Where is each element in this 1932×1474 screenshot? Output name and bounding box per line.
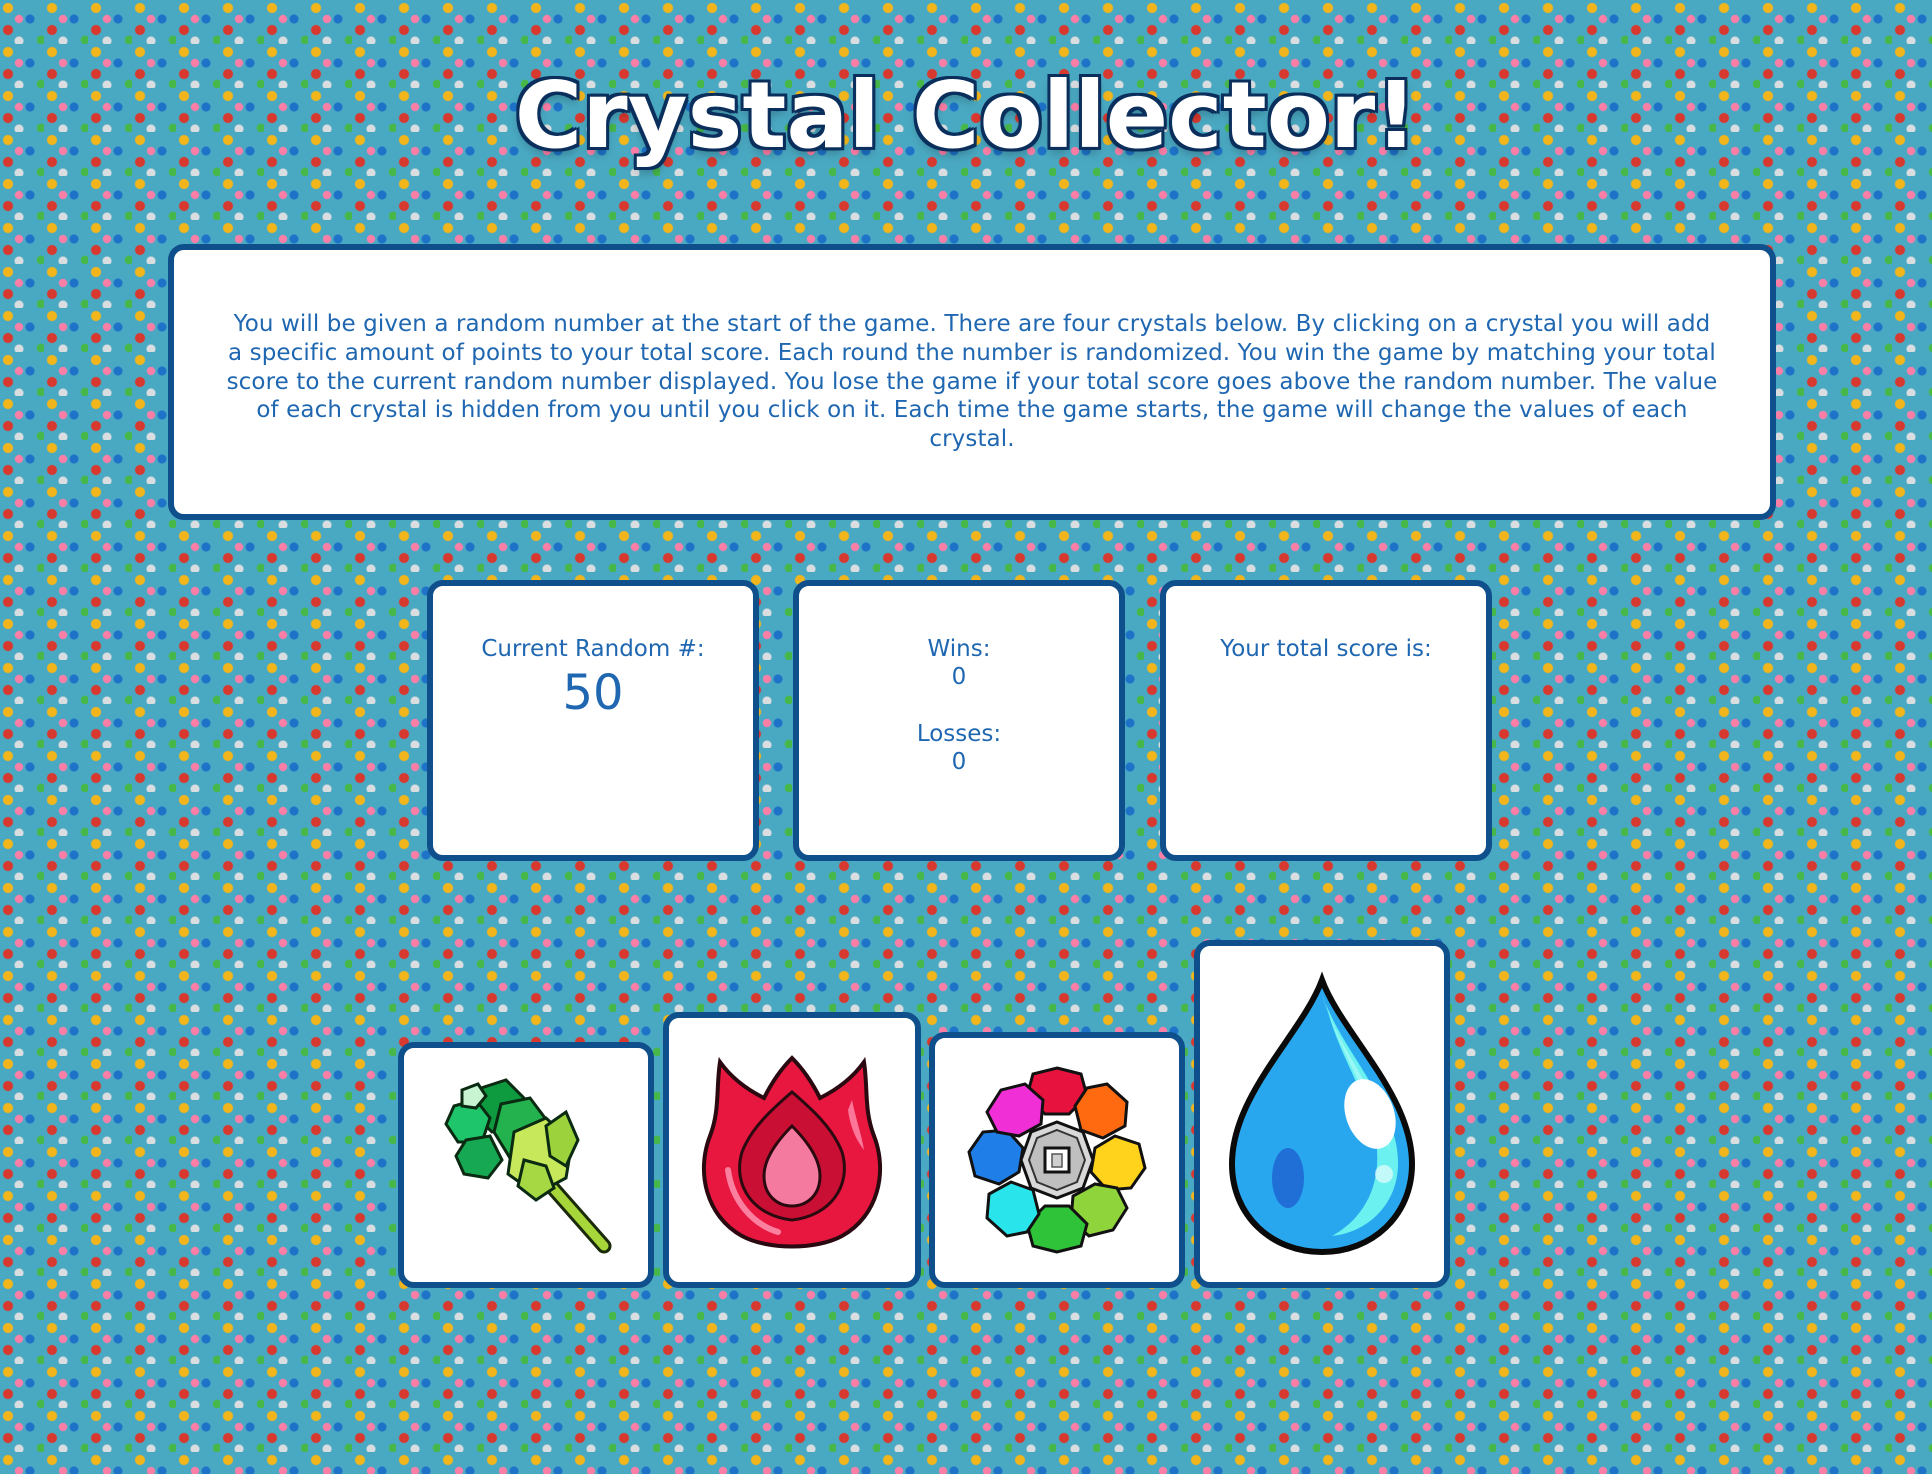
random-number-label: Current Random #: [481,636,705,662]
total-score-label: Your total score is: [1220,636,1432,662]
green-crystal-button[interactable] [398,1042,654,1288]
wins-losses-panel: Wins: 0 Losses: 0 [793,580,1125,861]
green-crystal-icon [444,1078,612,1254]
total-score-value [1166,674,1486,704]
instructions-text: You will be given a random number at the… [226,310,1718,453]
random-number-panel: Current Random #: 50 [427,580,759,861]
blue-crystal-button[interactable] [1194,940,1450,1288]
losses-label: Losses: [916,721,1002,748]
wins-label: Wins: [927,636,991,662]
red-crystal-button[interactable] [663,1012,921,1288]
wins-value: 0 [951,663,967,690]
losses-value: 0 [951,748,967,775]
random-number-value: 50 [562,664,624,721]
rainbow-crystal-button[interactable] [929,1032,1185,1288]
instructions-panel: You will be given a random number at the… [168,244,1776,520]
page-title: Crystal Collector! [514,62,1418,169]
blue-crystal-icon [1228,971,1416,1256]
red-crystal-icon [702,1055,882,1249]
rainbow-crystal-icon [967,1066,1147,1254]
total-score-panel: Your total score is: [1160,580,1492,861]
